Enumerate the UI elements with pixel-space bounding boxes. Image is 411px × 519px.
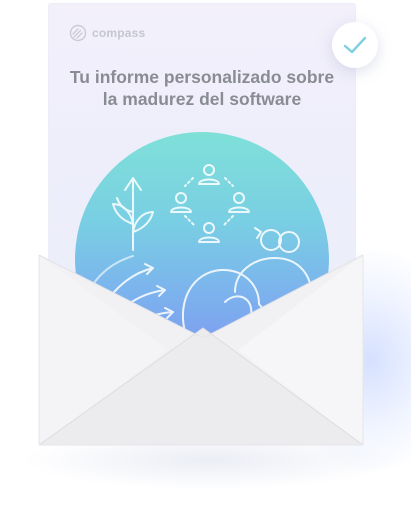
compass-logo-icon — [69, 24, 87, 42]
brand-name: compass — [92, 26, 146, 40]
growth-plant-icon — [112, 177, 154, 251]
brand: compass — [69, 24, 145, 42]
human-heads-icon — [181, 257, 320, 354]
report-title-line-1: Tu informe personalizado sobre — [69, 67, 335, 87]
report-card: compass Tu informe personalizado sobre l… — [49, 4, 355, 354]
envelope-shadow — [20, 430, 400, 490]
success-badge — [332, 22, 378, 68]
refresh-cycle-icon — [254, 227, 300, 253]
maturity-illustration — [82, 164, 320, 354]
email-report-illustration: compass Tu informe personalizado sobre l… — [0, 0, 411, 519]
illustration-circle — [75, 132, 329, 354]
report-title: Tu informe personalizado sobre la madure… — [49, 66, 355, 110]
team-network-icon — [170, 164, 250, 243]
report-title-line-2: la madurez del software — [102, 89, 302, 109]
direction-arrows-icon — [94, 263, 180, 354]
checkmark-icon — [343, 36, 367, 54]
